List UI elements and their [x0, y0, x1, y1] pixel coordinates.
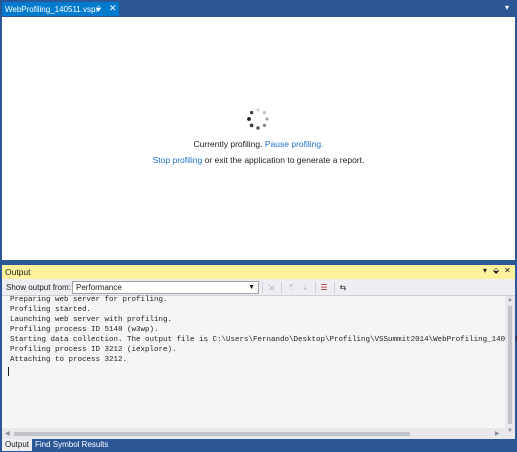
output-line: Profiling started.: [10, 306, 92, 314]
output-window-title: Output: [5, 267, 31, 277]
chevron-down-icon: ▼: [248, 284, 255, 291]
scroll-right-icon[interactable]: ▶: [495, 430, 500, 437]
profiling-status-text: Currently profiling.: [193, 139, 263, 149]
clear-all-icon[interactable]: ☰: [318, 282, 330, 293]
horizontal-scroll-thumb[interactable]: [14, 432, 410, 436]
bottom-tab-strip: Output Find Symbol Results: [0, 439, 517, 452]
tab-output[interactable]: Output: [2, 439, 33, 451]
show-output-from-label: Show output from:: [6, 283, 71, 292]
profiling-status-line: Currently profiling. Pause profiling.: [0, 139, 517, 149]
document-tab-title: WebProfiling_140511.vspx: [5, 4, 100, 14]
output-line: Attaching to process 3212.: [10, 356, 128, 364]
scroll-down-icon[interactable]: ▼: [507, 428, 513, 434]
output-line: Launching web server with profiling.: [10, 316, 173, 324]
toolbar-separator: [281, 282, 282, 293]
previous-message-icon[interactable]: ⇡: [285, 282, 297, 293]
text-caret: [8, 367, 9, 376]
toolbar-separator: [262, 282, 263, 293]
output-line: Profiling process ID 3212 (iexplore).: [10, 346, 177, 354]
document-tab[interactable]: WebProfiling_140511.vspx ⬙ ✕: [2, 2, 119, 16]
output-line: Preparing web server for profiling.: [10, 296, 168, 304]
toggle-word-wrap-icon[interactable]: ⇆: [337, 282, 349, 293]
close-icon[interactable]: ✕: [504, 266, 511, 275]
toolbar-separator: [334, 282, 335, 293]
output-toolbar: Show output from: Performance ▼ ⇲ ⇡ ⇣ ☰ …: [2, 279, 515, 296]
vertical-scrollbar[interactable]: ▲ ▼: [505, 296, 515, 439]
horizontal-scrollbar[interactable]: ◀ ▶: [2, 428, 505, 439]
output-text-area[interactable]: Preparing web server for profiling. Prof…: [2, 296, 517, 428]
window-menu-icon[interactable]: ▾: [483, 266, 487, 275]
next-message-icon[interactable]: ⇣: [299, 282, 311, 293]
pause-profiling-link[interactable]: Pause profiling.: [265, 139, 324, 149]
find-message-in-code-icon[interactable]: ⇲: [265, 282, 277, 293]
pin-icon[interactable]: ⬙: [493, 266, 499, 275]
output-line: Profiling process ID 5148 (w3wp).: [10, 326, 159, 334]
scroll-up-icon[interactable]: ▲: [507, 297, 513, 303]
output-source-select[interactable]: Performance ▼: [72, 281, 259, 294]
close-icon[interactable]: ✕: [109, 3, 117, 14]
output-source-value: Performance: [76, 283, 122, 292]
stop-profiling-link[interactable]: Stop profiling: [153, 155, 203, 165]
tab-dropdown-icon[interactable]: ▾: [505, 3, 509, 12]
progress-spinner-icon: [247, 108, 269, 130]
stop-profiling-hint: or exit the application to generate a re…: [204, 155, 365, 165]
pin-icon[interactable]: ⬙: [96, 4, 101, 12]
output-line: Starting data collection. The output fil…: [10, 336, 517, 344]
output-window-header: Output ▾ ⬙ ✕: [2, 265, 515, 279]
stop-profiling-line: Stop profiling or exit the application t…: [0, 155, 517, 165]
vertical-scroll-thumb[interactable]: [508, 306, 512, 424]
toolbar-separator: [315, 282, 316, 293]
tab-find-symbol-results[interactable]: Find Symbol Results: [32, 439, 111, 451]
scroll-left-icon[interactable]: ◀: [5, 430, 10, 437]
